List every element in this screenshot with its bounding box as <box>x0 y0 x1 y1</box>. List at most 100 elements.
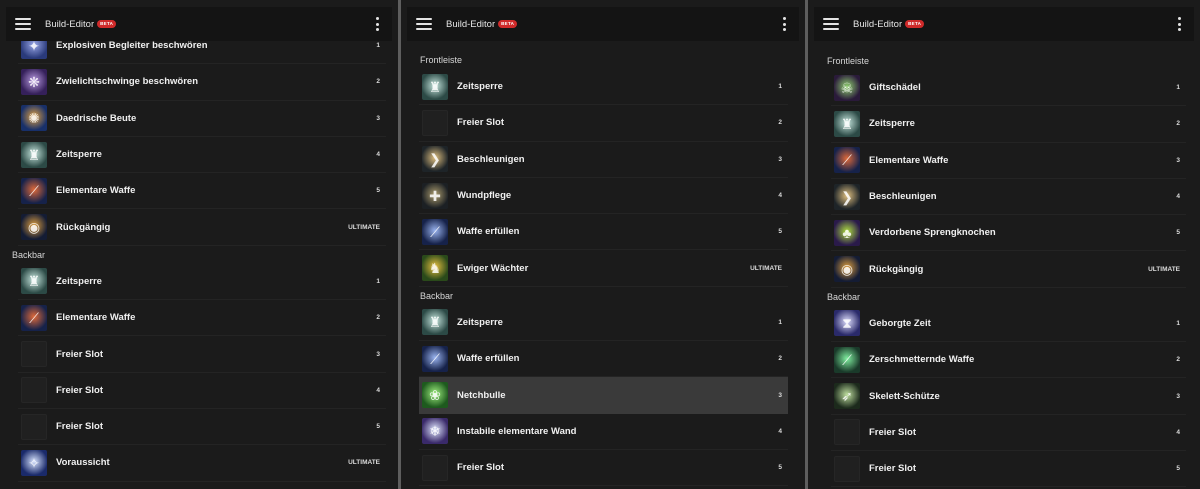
slot-number: 3 <box>1176 156 1180 164</box>
skill-name: Zeitsperre <box>457 316 503 328</box>
skill-slot-row[interactable]: ➶ Skelett-Schütze 3 <box>831 378 1186 415</box>
more-options-button[interactable] <box>1164 7 1194 41</box>
skill-name: Zwielichtschwinge beschwören <box>56 76 199 88</box>
skill-slot-row[interactable]: ♞ Ewiger Wächter ULTIMATE <box>419 250 788 287</box>
skill-slot-row[interactable]: ⟋ Elementare Waffe 2 <box>18 300 386 337</box>
elemental-weapon-icon: ⟋ <box>21 177 47 204</box>
elemental-weapon-icon-glyph: ⟋ <box>29 309 39 326</box>
skill-list: Frontleiste ♜ Zeitsperre 1 Freier Slot 2 ❯ Besc… <box>401 51 805 487</box>
skill-slot-row[interactable]: ⧗ Geborgte Zeit 1 <box>831 306 1186 343</box>
crushing-weapon-icon-glyph: ⟋ <box>842 351 852 368</box>
skill-name: Rückgängig <box>56 221 111 233</box>
daedric-prey-icon-glyph: ✺ <box>28 110 40 127</box>
skill-slot-row[interactable]: ✚ Wundpflege 4 <box>419 178 788 215</box>
bull-netch-icon: ❀ <box>422 382 448 409</box>
skeletal-archer-icon: ➶ <box>834 383 860 410</box>
slot-number: 3 <box>778 155 782 163</box>
skill-name: Freier Slot <box>869 426 916 438</box>
skill-slot-row[interactable]: Freier Slot 4 <box>831 415 1186 451</box>
skill-slot-row[interactable]: ❋ Zwielichtschwinge beschwören 2 <box>18 64 386 101</box>
beta-badge: BETA <box>97 19 117 28</box>
skill-name: Elementare Waffe <box>869 154 949 166</box>
skill-slot-row[interactable]: ❄ Instabile elementare Wand 4 <box>419 414 788 450</box>
time-stop-icon: ♜ <box>21 141 47 168</box>
skill-slot-row[interactable]: ❯ Beschleunigen 4 <box>831 179 1186 216</box>
app-title: Build-Editor BETA <box>853 18 925 30</box>
skeletal-archer-icon-glyph: ➶ <box>841 388 853 405</box>
skill-slot-row[interactable]: ♣ Verdorbene Sprengknochen 5 <box>831 215 1186 252</box>
skill-name: Zeitsperre <box>56 275 102 287</box>
empty-slot-icon <box>834 419 860 446</box>
empty-slot-icon <box>21 413 47 440</box>
accelerate-icon-glyph: ❯ <box>841 188 853 205</box>
slot-number: 2 <box>1176 356 1180 364</box>
skill-slot-row[interactable]: ✺ Daedrische Beute 3 <box>18 101 386 137</box>
unstable-wall-icon: ❄ <box>422 418 448 445</box>
slot-number: 1 <box>376 42 380 50</box>
eternal-guardian-icon-glyph: ♞ <box>428 260 442 277</box>
slot-number: 5 <box>1176 465 1180 473</box>
section-header: Backbar <box>12 249 46 260</box>
skill-slot-row[interactable]: ⟋ Waffe erfüllen 2 <box>419 341 788 378</box>
skill-slot-row[interactable]: ⟋ Zerschmetternde Waffe 2 <box>831 342 1186 379</box>
undo-icon: ◉ <box>834 256 860 283</box>
skill-name: Zeitsperre <box>56 149 102 161</box>
slot-number: 3 <box>778 391 782 399</box>
daedric-prey-icon: ✺ <box>21 105 47 132</box>
slot-number: 4 <box>376 386 380 394</box>
venom-skull-icon-glyph: ☠ <box>840 79 854 96</box>
skill-slot-row[interactable]: ♜ Zeitsperre 1 <box>18 264 386 301</box>
more-vert-icon-dot <box>782 28 786 31</box>
app-title-text: Build-Editor <box>853 18 903 30</box>
more-options-button[interactable] <box>362 7 392 41</box>
skill-slot-row[interactable]: ⟋ Waffe erfüllen 5 <box>419 214 788 251</box>
menu-button[interactable] <box>814 7 848 41</box>
skill-name: Elementare Waffe <box>56 185 136 197</box>
slot-number: 5 <box>778 228 782 236</box>
undo-icon: ◉ <box>21 214 47 241</box>
skill-slot-row[interactable]: ◉ Rückgängig ULTIMATE <box>831 251 1186 288</box>
skill-slot-row[interactable]: Freier Slot 5 <box>419 450 788 487</box>
skill-slot-row[interactable]: Freier Slot 5 <box>831 451 1186 488</box>
skill-slot-row[interactable]: Freier Slot 3 <box>18 336 386 373</box>
time-stop-icon: ♜ <box>422 309 448 336</box>
accelerate-icon-glyph: ❯ <box>429 151 441 168</box>
skill-name: Beschleunigen <box>869 191 937 203</box>
skill-name: Freier Slot <box>56 421 103 433</box>
skill-slot-row[interactable]: ♜ Zeitsperre 1 <box>419 305 788 342</box>
skill-slot-row[interactable]: Freier Slot 4 <box>18 373 386 409</box>
slot-number: ULTIMATE <box>750 264 782 272</box>
slot-number: 5 <box>778 464 782 472</box>
elemental-weapon-icon: ⟋ <box>834 147 860 174</box>
skill-slot-row[interactable]: ♜ Zeitsperre 4 <box>18 137 386 174</box>
skill-slot-row[interactable]: ◉ Rückgängig ULTIMATE <box>18 209 386 246</box>
empty-slot-icon <box>422 454 448 481</box>
more-vert-icon-dot <box>1177 22 1181 26</box>
skill-slot-row[interactable]: Freier Slot 5 <box>18 409 386 446</box>
skill-slot-row[interactable]: ⟋ Elementare Waffe 5 <box>18 173 386 210</box>
accelerate-icon: ❯ <box>834 183 860 210</box>
twilight-matriarch-icon-glyph: ❋ <box>28 73 40 90</box>
skill-slot-row[interactable]: ✧ Voraussicht ULTIMATE <box>18 445 386 482</box>
menu-button[interactable] <box>407 7 441 41</box>
more-vert-icon-dot <box>1177 28 1181 31</box>
skill-slot-row[interactable]: ❀ Netchbulle 3 <box>419 377 788 414</box>
menu-button[interactable] <box>6 7 40 41</box>
skill-name: Waffe erfüllen <box>457 353 520 365</box>
imbue-weapon-icon-glyph: ⟋ <box>430 223 440 240</box>
skill-slot-row[interactable]: ♜ Zeitsperre 1 <box>419 69 788 106</box>
app-bar: Build-Editor BETA <box>407 7 799 41</box>
skill-slot-row[interactable]: ☠ Giftschädel 1 <box>831 70 1186 107</box>
section-header: Frontleiste <box>827 56 870 66</box>
time-stop-icon-glyph: ♜ <box>428 314 442 331</box>
more-options-button[interactable] <box>769 7 799 41</box>
twilight-matriarch-icon: ❋ <box>21 68 47 95</box>
skill-slot-row[interactable]: ♜ Zeitsperre 2 <box>831 106 1186 143</box>
time-stop-icon-glyph: ♜ <box>428 78 442 95</box>
app-title: Build-Editor BETA <box>45 19 117 30</box>
time-stop-icon-glyph: ♜ <box>840 115 854 132</box>
skill-slot-row[interactable]: ❯ Beschleunigen 3 <box>419 142 788 178</box>
imbue-weapon-icon: ⟋ <box>422 345 448 372</box>
skill-slot-row[interactable]: ⟋ Elementare Waffe 3 <box>831 143 1186 179</box>
skill-slot-row[interactable]: Freier Slot 2 <box>419 105 788 142</box>
